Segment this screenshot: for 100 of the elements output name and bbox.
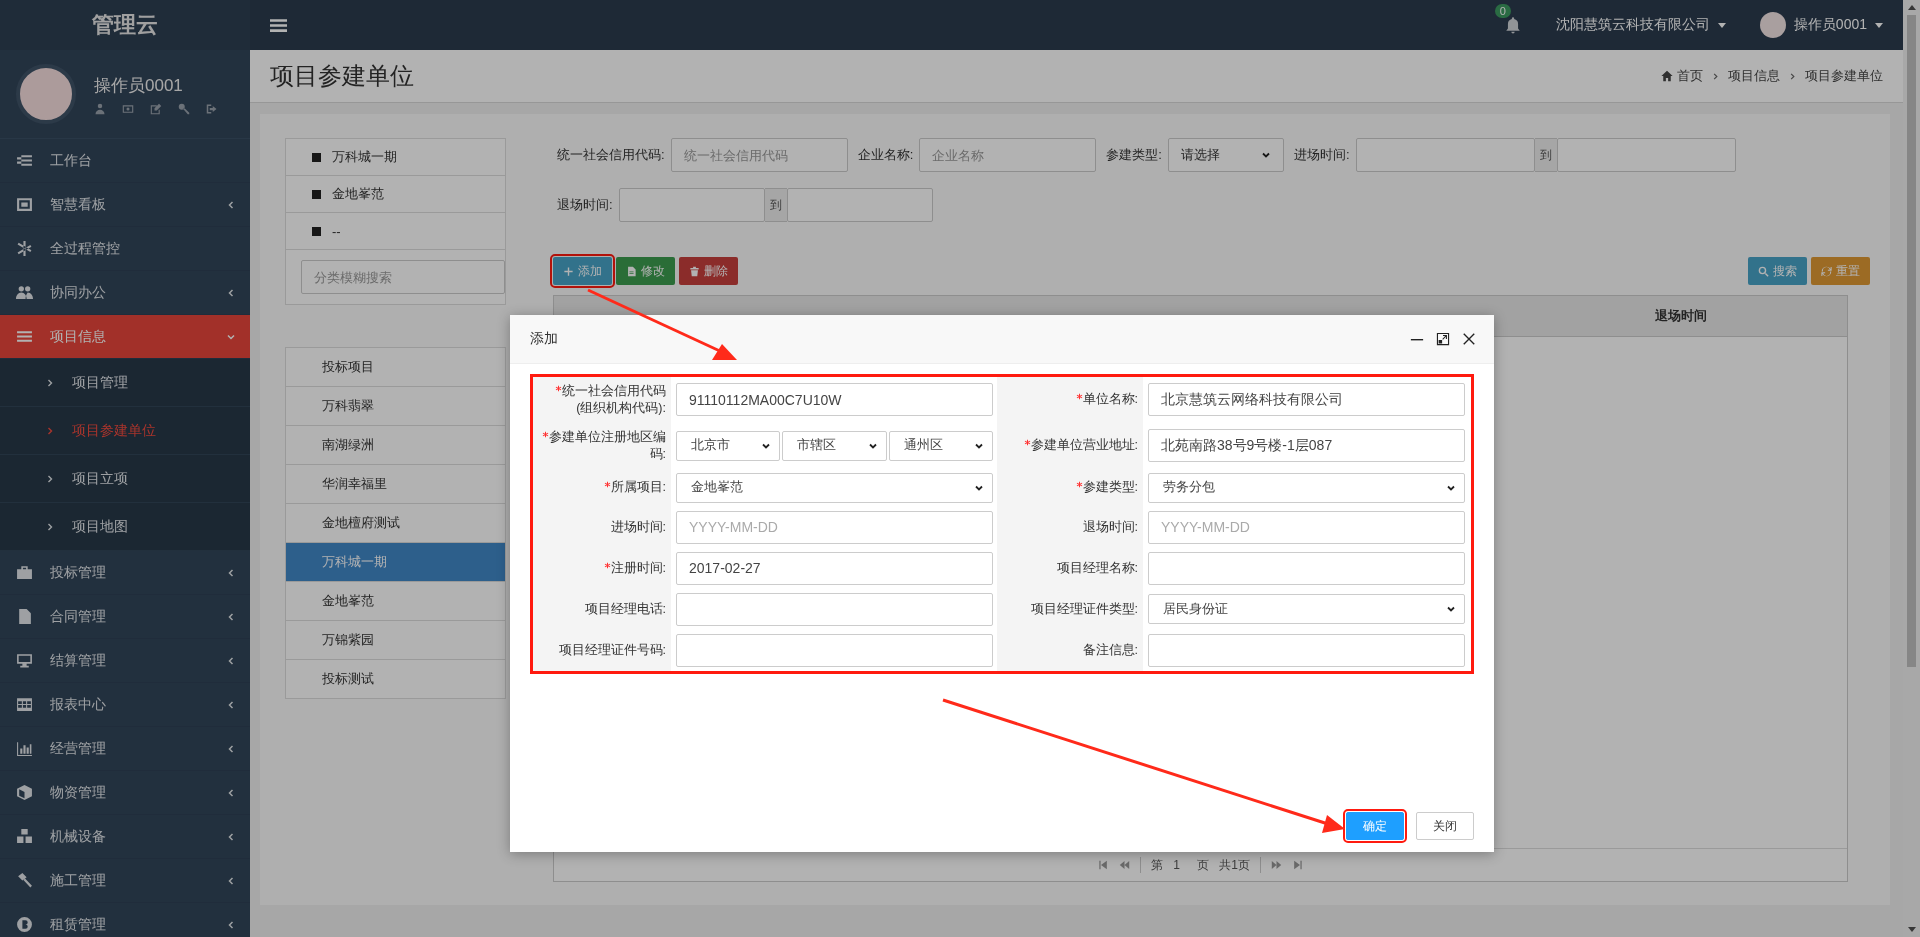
project-item[interactable]: 金地峯范 bbox=[286, 582, 505, 621]
page-title: 项目参建单位 bbox=[270, 61, 414, 91]
maximize-icon[interactable] bbox=[1436, 332, 1450, 346]
select-field[interactable]: 劳务分包 bbox=[1148, 472, 1465, 503]
submenu-item[interactable]: 项目地图 bbox=[0, 503, 250, 551]
chevron-right-icon bbox=[45, 473, 55, 484]
select-field[interactable]: 金地峯范 bbox=[676, 472, 993, 503]
project-item[interactable]: 投标测试 bbox=[286, 660, 505, 698]
select-field[interactable]: 居民身份证 bbox=[1148, 594, 1465, 624]
chevron-right-icon bbox=[1711, 71, 1720, 81]
input-field[interactable] bbox=[1148, 551, 1465, 585]
field-label: 单位名称: bbox=[1075, 391, 1138, 409]
input-field[interactable] bbox=[676, 592, 993, 626]
breadcrumb-link[interactable]: 项目信息 bbox=[1728, 67, 1780, 85]
close-icon[interactable] bbox=[1462, 332, 1476, 346]
key-icon[interactable] bbox=[178, 102, 190, 115]
breadcrumb-link[interactable]: 首页 bbox=[1677, 67, 1703, 85]
project-item[interactable]: 华润幸福里 bbox=[286, 465, 505, 504]
chevron-right-icon bbox=[1788, 71, 1797, 81]
input-field[interactable] bbox=[676, 633, 993, 667]
tree-item[interactable]: 万科城一期 bbox=[332, 148, 397, 166]
page-label: 页 bbox=[1197, 856, 1210, 874]
grid-icon bbox=[16, 696, 33, 713]
list-icon bbox=[16, 152, 33, 169]
chevron-right-icon bbox=[45, 377, 55, 388]
square-icon bbox=[312, 226, 321, 236]
column-header[interactable]: 退场时间 bbox=[1655, 307, 1707, 325]
monitor-icon bbox=[16, 652, 33, 669]
input-field[interactable]: 企业名称 bbox=[919, 138, 1097, 172]
search-field[interactable]: 分类模糊搜索 bbox=[301, 260, 505, 294]
menu-icon[interactable] bbox=[270, 17, 287, 33]
project-item[interactable]: 投标项目 bbox=[286, 348, 505, 387]
project-item[interactable]: 南湖绿洲 bbox=[286, 426, 505, 465]
chevron-left-icon bbox=[226, 611, 236, 622]
field-label: 所属项目: bbox=[603, 479, 666, 496]
range-separator: 到 bbox=[1534, 138, 1557, 172]
input-field[interactable]: YYYY-MM-DD bbox=[1148, 510, 1465, 544]
submenu-item[interactable]: 项目管理 bbox=[0, 359, 250, 407]
project-item[interactable]: 万科翡翠 bbox=[286, 387, 505, 426]
last-page-icon[interactable] bbox=[1291, 860, 1303, 870]
users-icon bbox=[16, 284, 33, 301]
chevron-left-icon bbox=[226, 699, 236, 710]
input-field[interactable]: 北京慧筑云网络科技有限公司 bbox=[1148, 383, 1465, 417]
filter-label: 参建类型: bbox=[1106, 146, 1162, 164]
chevron-left-icon bbox=[226, 655, 236, 666]
select-field[interactable]: 市辖区 bbox=[782, 430, 887, 461]
chevron-right-icon bbox=[45, 521, 55, 532]
next-page-icon[interactable] bbox=[1270, 860, 1282, 870]
user-icon[interactable] bbox=[94, 102, 106, 115]
date-field[interactable] bbox=[786, 188, 933, 222]
field-label: 进场时间: bbox=[610, 518, 666, 536]
required-icon bbox=[603, 481, 611, 489]
chevron-left-icon bbox=[226, 831, 236, 842]
edit-icon[interactable] bbox=[150, 102, 162, 115]
page-label: 第 bbox=[1151, 856, 1164, 874]
input-field[interactable]: 2017-02-27 bbox=[676, 551, 993, 585]
select-field[interactable]: 通州区 bbox=[888, 430, 993, 461]
chevron-left-icon bbox=[226, 199, 236, 210]
tree-item[interactable]: 金地峯范 bbox=[332, 185, 384, 203]
field-label: 项目经理证件号码: bbox=[558, 641, 666, 659]
close-button[interactable]: 关闭 bbox=[1416, 812, 1474, 840]
submenu-item[interactable]: 项目立项 bbox=[0, 455, 250, 503]
delete-button[interactable]: 删除 bbox=[679, 257, 738, 285]
select-field[interactable]: 请选择 bbox=[1167, 138, 1284, 172]
input-field[interactable]: 91110112MA00C7U10W bbox=[676, 383, 993, 417]
company-dropdown[interactable]: 沈阳慧筑云科技有限公司 bbox=[1555, 16, 1726, 34]
date-field[interactable] bbox=[1355, 138, 1535, 172]
scrollbar[interactable] bbox=[1903, 0, 1920, 937]
date-field[interactable] bbox=[618, 188, 765, 222]
filter-label: 统一社会信用代码: bbox=[557, 146, 665, 164]
scroll-down-icon[interactable] bbox=[1907, 927, 1916, 932]
input-field[interactable] bbox=[1148, 633, 1465, 667]
scroll-up-icon[interactable] bbox=[1907, 5, 1916, 10]
bell-icon[interactable] bbox=[1503, 16, 1522, 34]
required-icon bbox=[1075, 393, 1083, 401]
date-field[interactable] bbox=[1556, 138, 1736, 172]
caret-icon bbox=[1717, 22, 1726, 28]
select-field[interactable]: 北京市 bbox=[676, 430, 781, 461]
dialog-title: 添加 bbox=[530, 330, 558, 348]
tree-item[interactable]: -- bbox=[332, 223, 341, 239]
page-number[interactable]: 1 bbox=[1173, 858, 1188, 872]
search-icon bbox=[1758, 265, 1769, 277]
menu-item[interactable]: 投标管理 bbox=[0, 551, 250, 595]
plus-icon bbox=[563, 265, 574, 277]
first-page-icon[interactable] bbox=[1098, 860, 1110, 870]
chevron-left-icon bbox=[226, 875, 236, 886]
project-item[interactable]: 万锦紫园 bbox=[286, 621, 505, 660]
menu-item[interactable]: 项目信息 bbox=[0, 315, 250, 359]
sign-out-icon[interactable] bbox=[206, 102, 218, 115]
cubes-icon bbox=[16, 828, 33, 845]
chevron-left-icon bbox=[226, 743, 236, 754]
previous-page-icon[interactable] bbox=[1119, 860, 1131, 870]
user-dropdown[interactable]: 操作员0001 bbox=[1759, 12, 1883, 38]
bar-chart-icon bbox=[16, 740, 33, 757]
menu-item[interactable]: 智慧看板 bbox=[0, 183, 250, 227]
input-field[interactable]: YYYY-MM-DD bbox=[676, 510, 993, 544]
menu-item[interactable]: 合同管理 bbox=[0, 595, 250, 639]
avatar bbox=[1759, 12, 1786, 38]
input-field[interactable]: 北苑南路38号9号楼-1层087 bbox=[1148, 429, 1465, 463]
id-card-icon[interactable] bbox=[122, 102, 134, 115]
